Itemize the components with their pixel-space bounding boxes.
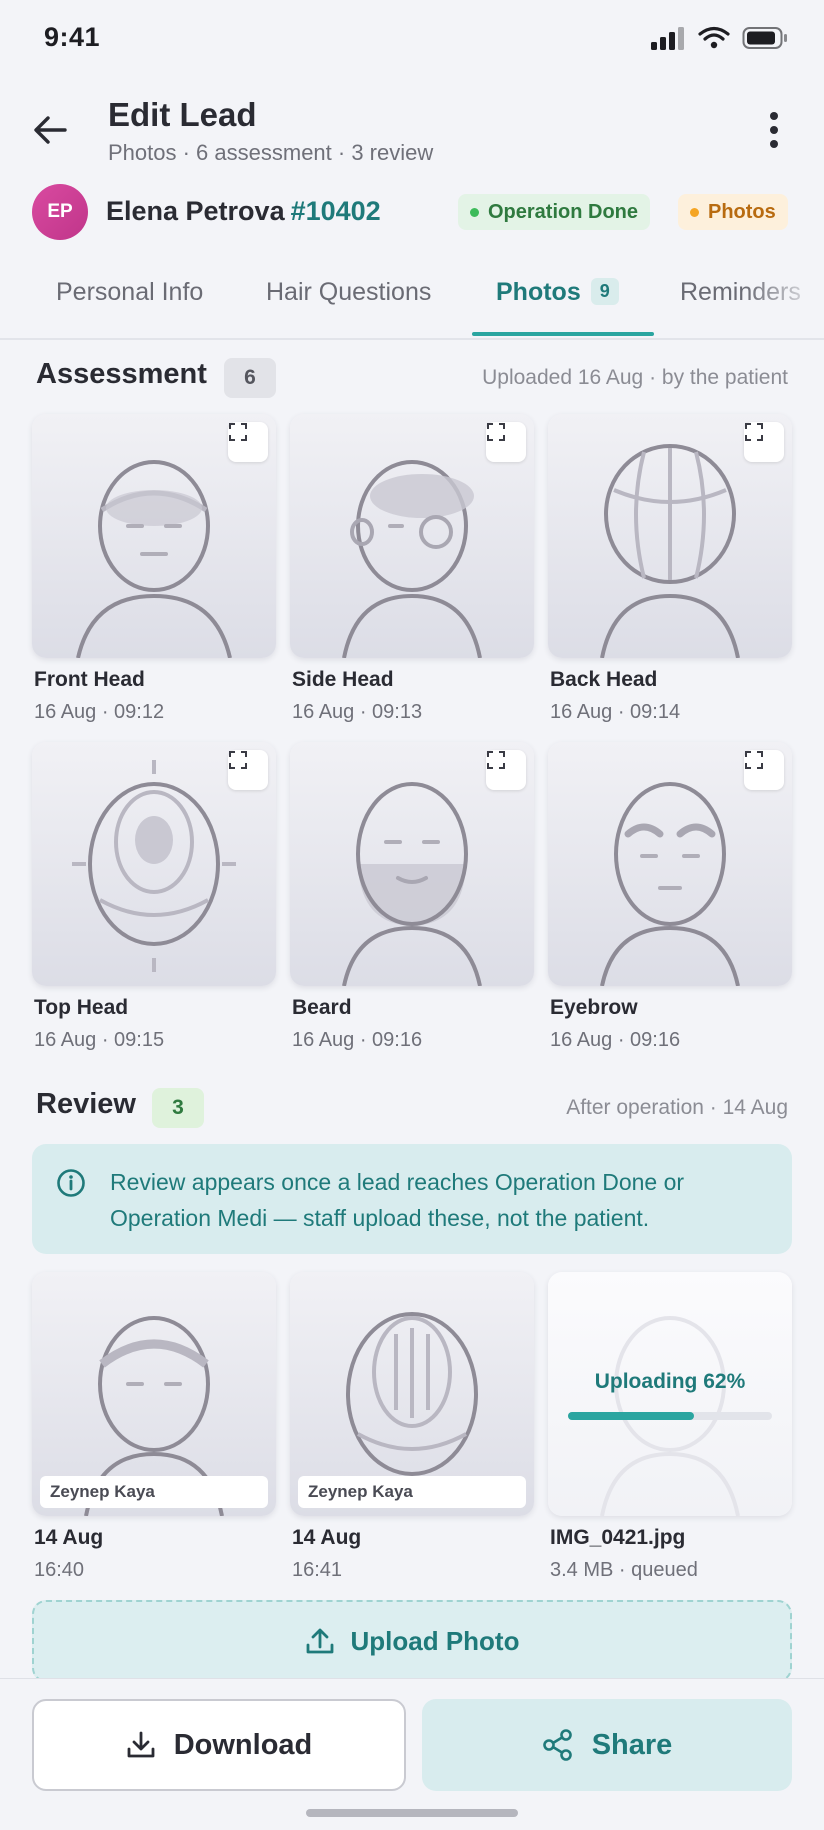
photo-label: Front Head (34, 668, 145, 691)
photo-label: 14 Aug (292, 1526, 362, 1549)
head-placeholder-image (600, 1316, 740, 1516)
photo-timestamp: 16 Aug · 09:13 (292, 701, 423, 723)
expand-icon (229, 423, 247, 441)
expand-button[interactable] (744, 422, 784, 462)
photo-tile-front-head[interactable] (32, 414, 276, 658)
assessment-count-badge: 6 (224, 358, 276, 398)
share-icon (542, 1729, 572, 1761)
uploader-tag: Zeynep Kaya (40, 1476, 268, 1508)
lead-id[interactable]: #10402 (291, 196, 381, 226)
expand-icon (229, 751, 247, 769)
header: Edit Lead Photos · 6 assessment · 3 revi… (0, 88, 824, 178)
arrow-left-icon (34, 116, 67, 144)
status-badge-label: Photos (708, 200, 776, 223)
photo-label: Eyebrow (550, 996, 638, 1019)
expand-button[interactable] (486, 422, 526, 462)
photo-timestamp: 16 Aug · 09:15 (34, 1029, 165, 1051)
tab-bar: Personal Info Hair Questions Photos 9 Rem… (0, 268, 824, 340)
expand-button[interactable] (744, 750, 784, 790)
status-bar: 9:41 (0, 0, 824, 80)
upload-photo-button[interactable]: Upload Photo (32, 1600, 792, 1682)
expand-button[interactable] (228, 750, 268, 790)
upload-status-text: Uploading 62% (594, 1370, 746, 1393)
uploading-photo-tile: Uploading 62% (548, 1272, 792, 1516)
photo-tile-eyebrow[interactable] (548, 742, 792, 986)
back-button[interactable] (26, 106, 74, 154)
photo-tile-beard[interactable] (290, 742, 534, 986)
expand-icon (745, 423, 763, 441)
expand-icon (487, 423, 505, 441)
assessment-title: Assessment (36, 358, 207, 390)
photo-label: Back Head (550, 668, 658, 691)
download-icon (127, 1731, 155, 1758)
tab-count-badge: 9 (590, 278, 619, 305)
photo-label: Beard (292, 996, 352, 1019)
photo-timestamp: 16:41 (292, 1559, 343, 1581)
upload-progress-bar (568, 1412, 772, 1420)
review-meta: After operation · 14 Aug (566, 1096, 788, 1119)
more-vertical-icon (770, 112, 778, 148)
status-dot (690, 207, 699, 217)
photo-timestamp: 16 Aug · 09:16 (292, 1029, 423, 1051)
share-button[interactable]: Share (422, 1699, 792, 1791)
review-count-badge: 3 (152, 1088, 204, 1128)
status-icons (650, 26, 788, 50)
tab-label: Hair Questions (266, 278, 432, 306)
photo-timestamp: 16 Aug · 09:12 (34, 701, 165, 723)
avatar: EP (32, 184, 88, 240)
photo-tile-back-head[interactable] (548, 414, 792, 658)
tab-label: Photos (496, 278, 581, 306)
download-label: Download (173, 1728, 313, 1761)
review-photo-tile[interactable]: Zeynep Kaya (290, 1272, 534, 1516)
page-title: Edit Lead (108, 96, 257, 133)
info-icon (57, 1169, 85, 1197)
tabs-fade-overlay (744, 268, 824, 338)
photo-file-status: 3.4 MB · queued (550, 1559, 698, 1581)
assessment-meta: Uploaded 16 Aug · by the patient (482, 366, 788, 389)
tab-photos[interactable]: Photos 9 (496, 278, 619, 307)
expand-icon (487, 751, 505, 769)
tab-label: Personal Info (56, 278, 204, 306)
uploader-tag: Zeynep Kaya (298, 1476, 526, 1508)
upload-photo-label: Upload Photo (350, 1625, 520, 1656)
photo-label: Side Head (292, 668, 394, 691)
upload-icon (306, 1628, 333, 1654)
review-photo-tile[interactable]: Zeynep Kaya (32, 1272, 276, 1516)
tab-personal-info[interactable]: Personal Info (56, 278, 203, 307)
status-badge-label: Operation Done (488, 200, 639, 223)
home-indicator (306, 1809, 518, 1817)
wifi-icon (698, 26, 730, 49)
status-time: 9:41 (44, 22, 101, 52)
bottom-action-bar: Download Share (0, 1678, 824, 1830)
status-dot (470, 207, 479, 217)
review-info-text: Review appears once a lead reaches Opera… (110, 1169, 685, 1231)
tab-hair-questions[interactable]: Hair Questions (266, 278, 431, 307)
photo-timestamp: 16 Aug · 09:14 (550, 701, 681, 723)
expand-button[interactable] (228, 422, 268, 462)
photo-timestamp: 16 Aug · 09:16 (550, 1029, 681, 1051)
expand-icon (745, 751, 763, 769)
page-subtitle: Photos · 6 assessment · 3 review (108, 140, 434, 165)
photo-tile-side-head[interactable] (290, 414, 534, 658)
photo-filename: IMG_0421.jpg (550, 1526, 686, 1549)
signal-icon (651, 27, 684, 50)
lead-name-line: Elena Petrova #10402 (106, 196, 381, 227)
battery-icon (742, 27, 787, 49)
photo-tile-top-head[interactable] (32, 742, 276, 986)
active-tab-indicator (472, 332, 654, 336)
expand-button[interactable] (486, 750, 526, 790)
review-title: Review (36, 1088, 136, 1120)
upload-progress-fill (568, 1412, 695, 1420)
review-info-banner: Review appears once a lead reaches Opera… (32, 1144, 792, 1254)
status-badge-operation-done: Operation Done (458, 194, 651, 230)
download-button[interactable]: Download (32, 1699, 406, 1791)
photo-label: 14 Aug (34, 1526, 104, 1549)
more-options-button[interactable] (754, 106, 794, 154)
lead-summary: EP Elena Petrova #10402 Operation Done Ph… (0, 184, 824, 244)
photo-label: Top Head (34, 996, 129, 1019)
status-badge-photos: Photos (678, 194, 788, 230)
share-label: Share (591, 1728, 673, 1761)
photo-timestamp: 16:40 (34, 1559, 85, 1581)
lead-name: Elena Petrova (106, 196, 285, 226)
